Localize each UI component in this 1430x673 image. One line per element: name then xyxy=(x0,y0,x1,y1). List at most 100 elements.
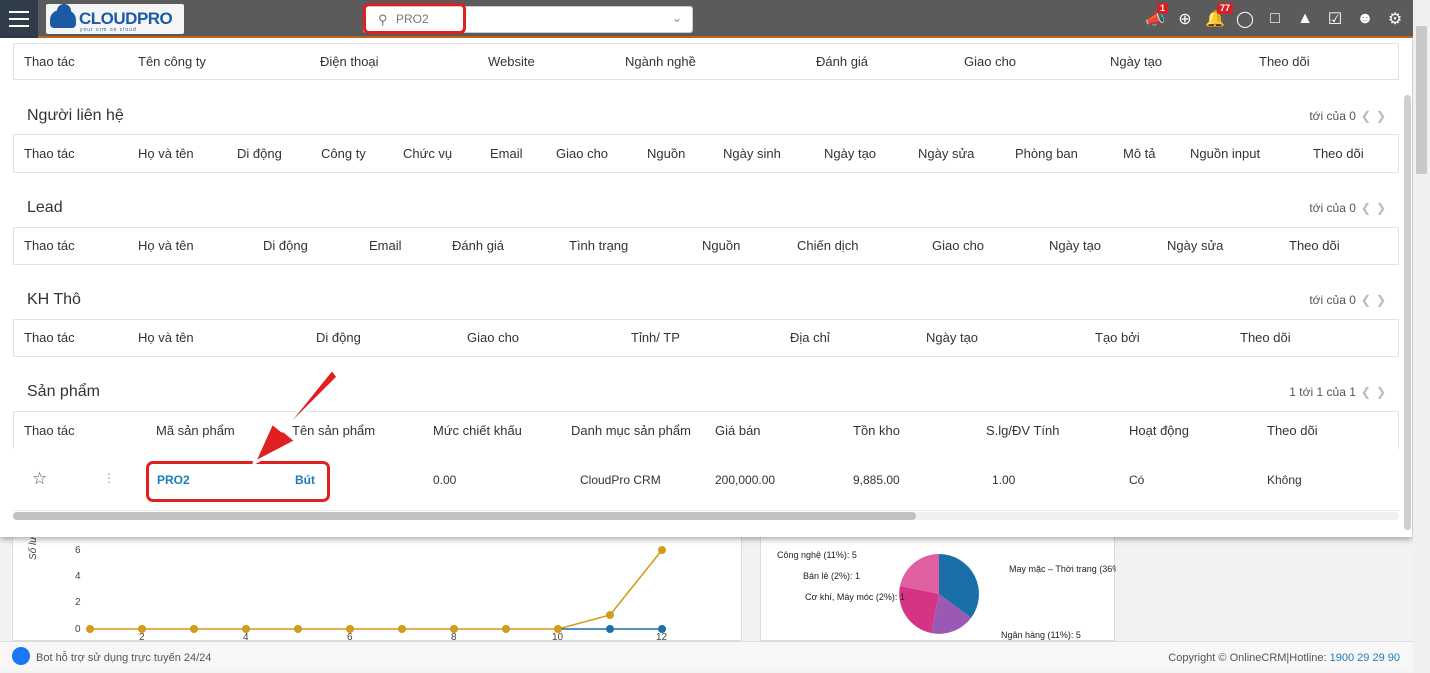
column-header: Ngày tạo xyxy=(926,330,979,345)
scrollbar-thumb[interactable] xyxy=(1416,26,1427,174)
logo[interactable]: CLOUDPRO your crm on cloud xyxy=(46,4,184,34)
column-header: Ngày sinh xyxy=(723,146,781,161)
lead-table-header: Thao tác Họ và tên Di động Email Đánh gi… xyxy=(13,227,1399,265)
column-header: Theo dõi xyxy=(1267,423,1318,438)
pager-lead[interactable]: tới của 0 ❮ ❯ xyxy=(1309,201,1386,215)
column-header: Hoạt động xyxy=(1129,423,1189,438)
user-icon[interactable]: ☻ xyxy=(1350,0,1380,38)
prev-page-icon[interactable]: ❮ xyxy=(1361,293,1371,307)
data-point xyxy=(294,625,302,633)
column-header: Danh mục sản phẩm xyxy=(571,423,691,438)
column-header: Mức chiết khấu xyxy=(433,423,522,438)
search-highlight-annotation xyxy=(363,3,466,34)
column-header: S.lg/ĐV Tính xyxy=(986,423,1060,438)
next-page-icon[interactable]: ❯ xyxy=(1376,201,1386,215)
pie-label: May mặc – Thời trang (36%): 16 xyxy=(1009,564,1116,574)
column-header: Công ty xyxy=(321,146,366,161)
scrollbar-thumb[interactable] xyxy=(13,512,916,520)
gear-icon[interactable]: ⚙ xyxy=(1380,0,1410,38)
column-header: Chức vụ xyxy=(403,146,453,161)
pie-label: Cơ khí, Máy móc (2%): 1 xyxy=(805,592,905,602)
horizontal-scrollbar[interactable] xyxy=(13,512,1399,520)
pager-products[interactable]: 1 tới 1 của 1 ❮ ❯ xyxy=(1289,385,1386,399)
contacts-table-header: Thao tác Họ và tên Di động Công ty Chức … xyxy=(13,134,1399,173)
column-header: Di động xyxy=(316,330,361,345)
column-header: Điện thoại xyxy=(320,54,379,69)
column-header: Chiến dịch xyxy=(797,238,859,253)
column-header: Tình trạng xyxy=(569,238,629,253)
column-header: Ngày sửa xyxy=(1167,238,1224,253)
column-header: Giao cho xyxy=(556,146,609,161)
star-icon[interactable]: ☆ xyxy=(32,469,47,489)
messenger-icon xyxy=(12,647,30,665)
next-page-icon[interactable]: ❯ xyxy=(1376,385,1386,399)
pie-label: Bán lẻ (2%): 1 xyxy=(803,571,860,581)
top-bar: CLOUDPRO your crm on cloud ⚲ ⌄ 📣1 ⊕ 🔔77 … xyxy=(0,0,1430,38)
announcement-badge: 1 xyxy=(1157,3,1169,14)
column-header: Thao tác xyxy=(24,54,75,69)
column-header: Theo dõi xyxy=(1313,146,1364,161)
column-header: Đánh giá xyxy=(816,54,869,69)
leads-line-chart: 6 4 2 0 2 4 6 8 10 12 xyxy=(12,533,742,643)
red-arrow-annotation xyxy=(252,367,340,465)
panel-vertical-scrollbar[interactable] xyxy=(1404,95,1411,530)
pager-text: tới của 0 xyxy=(1309,201,1356,215)
chart-icon[interactable]: ▲ xyxy=(1290,0,1320,38)
add-circle-icon[interactable]: ⊕ xyxy=(1170,0,1200,38)
column-header: Email xyxy=(369,238,402,253)
scrollbar-thumb[interactable] xyxy=(1404,95,1411,530)
chat-icon[interactable]: ◯ xyxy=(1230,0,1260,38)
megaphone-icon[interactable]: 📣 1 xyxy=(1140,0,1170,38)
prev-page-icon[interactable]: ❮ xyxy=(1361,109,1371,123)
column-header: Nguồn input xyxy=(1190,146,1261,161)
column-header: Nguồn xyxy=(702,238,741,253)
data-point xyxy=(398,625,406,633)
pie-label: Công nghệ (11%): 5 xyxy=(777,550,857,560)
column-header: Ngành nghề xyxy=(625,54,696,69)
column-header: Email xyxy=(490,146,523,161)
data-point xyxy=(190,625,198,633)
follow-cell: Không xyxy=(1267,473,1302,487)
column-header: Ngày tạo xyxy=(1110,54,1163,69)
pager-raw-customers[interactable]: tới của 0 ❮ ❯ xyxy=(1309,293,1386,307)
data-point xyxy=(86,625,94,633)
column-header: Họ và tên xyxy=(138,146,194,161)
cloud-logo-icon xyxy=(50,4,76,28)
y-tick: 4 xyxy=(75,571,81,582)
series-orange-line xyxy=(90,549,663,630)
column-header: Tồn kho xyxy=(853,423,900,438)
page-vertical-scrollbar[interactable] xyxy=(1413,0,1430,673)
menu-icon[interactable] xyxy=(0,0,38,38)
column-header: Phòng ban xyxy=(1015,146,1078,161)
section-title-contacts: Người liên hệ xyxy=(27,107,124,124)
price-cell: 200,000.00 xyxy=(715,473,776,487)
hotline-link[interactable]: 1900 29 29 90 xyxy=(1330,652,1400,664)
calendar-icon[interactable]: □ xyxy=(1260,0,1290,38)
column-header: Nguồn xyxy=(647,146,686,161)
bot-text: Bot hỗ trợ sử dụng trực tuyến 24/24 xyxy=(36,651,212,664)
support-bot-link[interactable]: Bot hỗ trợ sử dụng trực tuyến 24/24 xyxy=(12,647,212,665)
column-header: Đánh giá xyxy=(452,238,505,253)
checkbox-icon[interactable]: ☑ xyxy=(1320,0,1350,38)
next-page-icon[interactable]: ❯ xyxy=(1376,109,1386,123)
products-table-header: Thao tác Mã sản phẩm Tên sản phẩm Mức ch… xyxy=(13,411,1399,449)
pager-text: tới của 0 xyxy=(1309,293,1356,307)
next-page-icon[interactable]: ❯ xyxy=(1376,293,1386,307)
data-point xyxy=(606,611,614,619)
more-options-icon[interactable]: ⋮ xyxy=(103,471,115,485)
unit-qty-cell: 1.00 xyxy=(992,473,1016,487)
y-tick: 6 xyxy=(75,545,81,556)
copyright-text: Copyright © OnlineCRM|Hotline: xyxy=(1168,652,1330,664)
bell-icon[interactable]: 🔔 77 xyxy=(1200,0,1234,38)
chevron-down-icon[interactable]: ⌄ xyxy=(672,11,682,25)
column-header: Ngày tạo xyxy=(824,146,877,161)
prev-page-icon[interactable]: ❮ xyxy=(1361,385,1371,399)
prev-page-icon[interactable]: ❮ xyxy=(1361,201,1371,215)
pager-contacts[interactable]: tới của 0 ❮ ❯ xyxy=(1309,109,1386,123)
section-title-lead: Lead xyxy=(27,199,63,216)
column-header: Giao cho xyxy=(467,330,520,345)
pie-label: Ngân hàng (11%): 5 xyxy=(1001,630,1081,640)
pager-text: 1 tới 1 của 1 xyxy=(1289,385,1356,399)
column-header: Thao tác xyxy=(24,330,75,345)
column-header: Thao tác xyxy=(24,146,75,161)
